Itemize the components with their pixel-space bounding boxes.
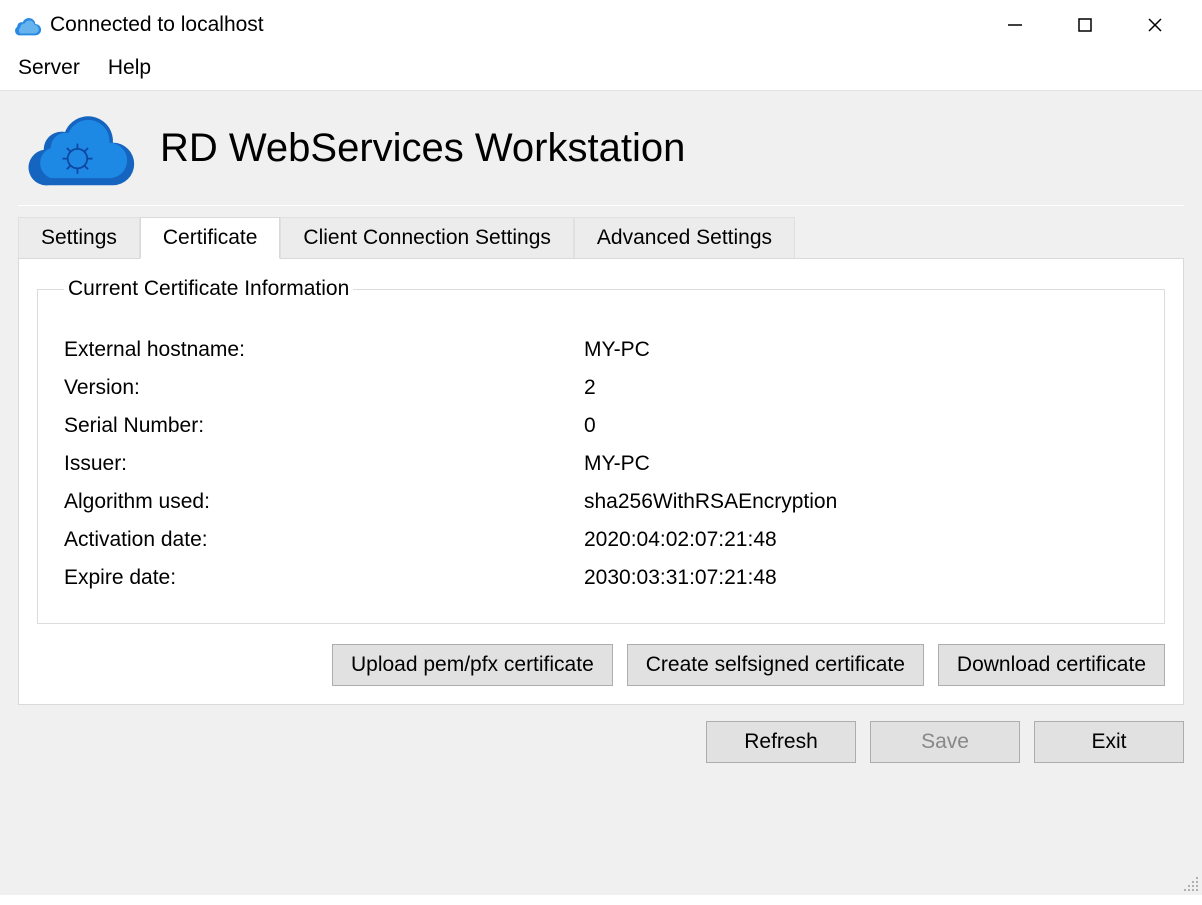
row-activation-date: Activation date: 2020:04:02:07:21:48 [64, 521, 1138, 559]
label-external-hostname: External hostname: [64, 338, 584, 362]
menu-bar: Server Help [0, 50, 1202, 90]
row-serial-number: Serial Number: 0 [64, 407, 1138, 445]
content-area: RD WebServices Workstation Settings Cert… [0, 90, 1202, 895]
banner-cloud-icon [22, 109, 140, 187]
value-expire-date: 2030:03:31:07:21:48 [584, 566, 777, 590]
close-button[interactable] [1120, 2, 1190, 48]
upload-certificate-button[interactable]: Upload pem/pfx certificate [332, 644, 613, 686]
row-external-hostname: External hostname: MY-PC [64, 331, 1138, 369]
banner: RD WebServices Workstation [12, 101, 1190, 205]
footer-buttons: Refresh Save Exit [12, 705, 1190, 763]
tab-strip: Settings Certificate Client Connection S… [18, 216, 1190, 258]
minimize-button[interactable] [980, 2, 1050, 48]
tab-settings[interactable]: Settings [18, 217, 140, 259]
maximize-button[interactable] [1050, 2, 1120, 48]
titlebar: Connected to localhost [0, 0, 1202, 50]
banner-title: RD WebServices Workstation [160, 126, 685, 171]
app-cloud-icon [12, 14, 42, 36]
tab-advanced[interactable]: Advanced Settings [574, 217, 795, 259]
certificate-action-buttons: Upload pem/pfx certificate Create selfsi… [37, 636, 1165, 686]
label-version: Version: [64, 376, 584, 400]
label-serial-number: Serial Number: [64, 414, 584, 438]
value-issuer: MY-PC [584, 452, 650, 476]
label-activation-date: Activation date: [64, 528, 584, 552]
menu-help[interactable]: Help [108, 56, 151, 80]
row-issuer: Issuer: MY-PC [64, 445, 1138, 483]
row-expire-date: Expire date: 2030:03:31:07:21:48 [64, 559, 1138, 597]
tab-client-connection[interactable]: Client Connection Settings [280, 217, 573, 259]
tab-certificate[interactable]: Certificate [140, 217, 281, 259]
value-activation-date: 2020:04:02:07:21:48 [584, 528, 777, 552]
exit-button[interactable]: Exit [1034, 721, 1184, 763]
window-title: Connected to localhost [50, 13, 264, 37]
save-button: Save [870, 721, 1020, 763]
window-controls [980, 2, 1190, 48]
row-version: Version: 2 [64, 369, 1138, 407]
label-issuer: Issuer: [64, 452, 584, 476]
create-selfsigned-button[interactable]: Create selfsigned certificate [627, 644, 924, 686]
certificate-info-group: Current Certificate Information External… [37, 277, 1165, 624]
menu-server[interactable]: Server [18, 56, 80, 80]
value-external-hostname: MY-PC [584, 338, 650, 362]
refresh-button[interactable]: Refresh [706, 721, 856, 763]
resize-grip[interactable] [1182, 875, 1200, 893]
value-serial-number: 0 [584, 414, 596, 438]
tab-panel-certificate: Current Certificate Information External… [18, 258, 1184, 705]
label-algorithm: Algorithm used: [64, 490, 584, 514]
value-version: 2 [584, 376, 596, 400]
value-algorithm: sha256WithRSAEncryption [584, 490, 837, 514]
row-algorithm: Algorithm used: sha256WithRSAEncryption [64, 483, 1138, 521]
divider [18, 205, 1184, 206]
download-certificate-button[interactable]: Download certificate [938, 644, 1165, 686]
label-expire-date: Expire date: [64, 566, 584, 590]
groupbox-legend: Current Certificate Information [64, 277, 353, 301]
